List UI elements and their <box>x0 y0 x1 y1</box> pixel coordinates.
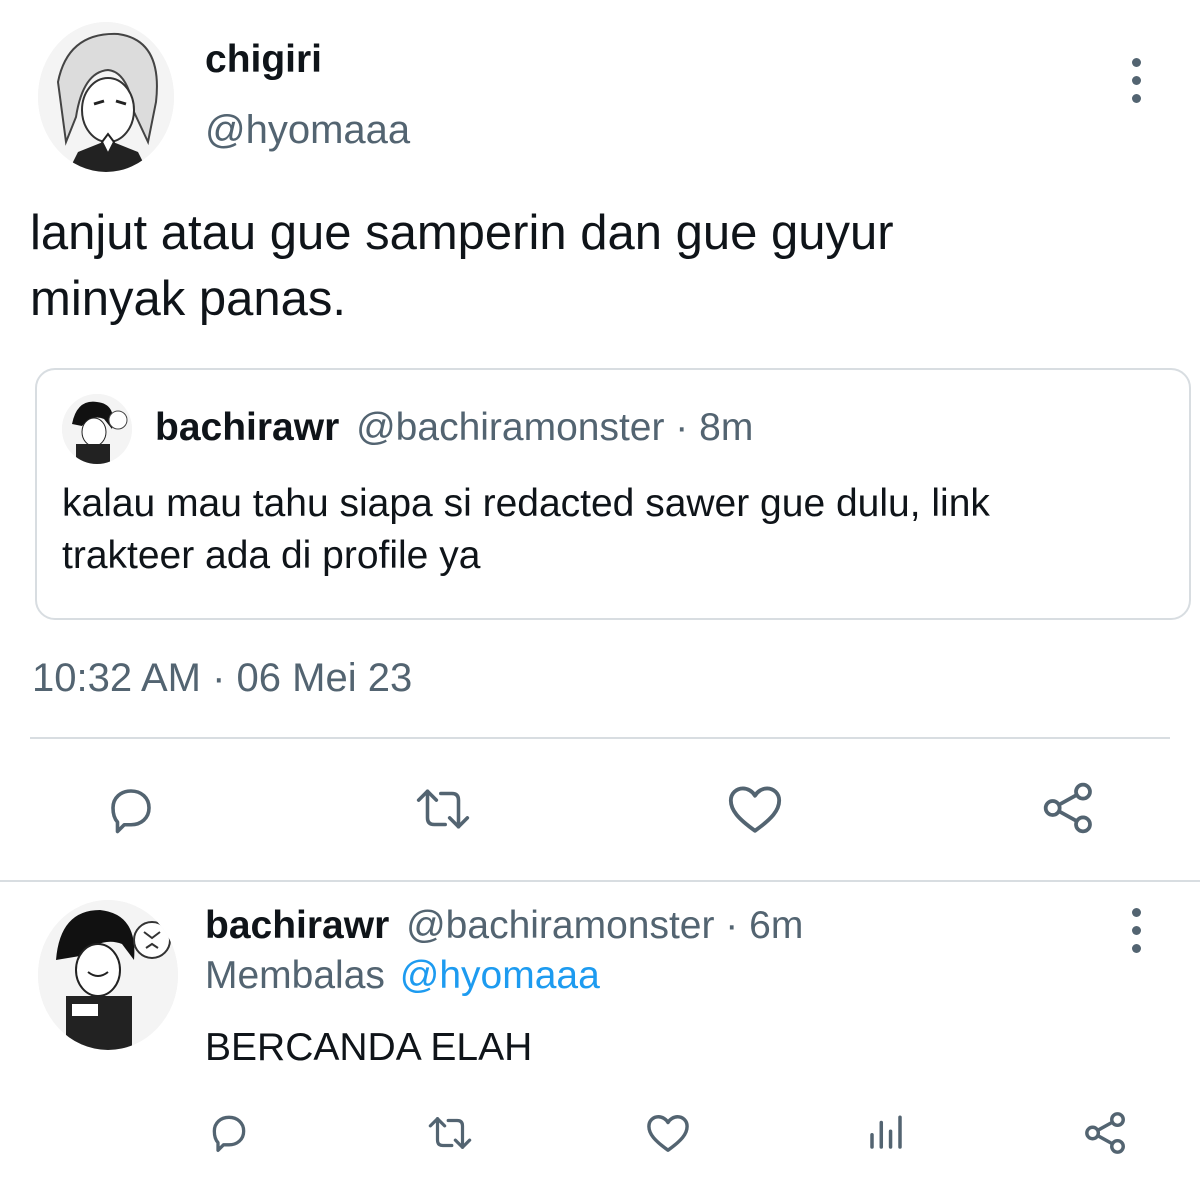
reply-avatar-illustration <box>38 900 178 1050</box>
replying-to: Membalas @hyomaaa <box>205 954 600 998</box>
divider-reply <box>0 880 1200 882</box>
reply-icon[interactable] <box>104 782 158 836</box>
quoted-text-line2: trakteer ada di profile ya <box>62 534 481 577</box>
replying-prefix: Membalas <box>205 954 385 997</box>
views-icon[interactable] <box>865 1112 907 1154</box>
reply-handle-time[interactable]: @bachiramonster · 6m <box>406 904 803 947</box>
reply-like-icon[interactable] <box>645 1112 691 1154</box>
reply-text: BERCANDA ELAH <box>205 1026 533 1069</box>
main-avatar[interactable] <box>38 22 174 172</box>
reply-reply-icon[interactable] <box>207 1110 251 1154</box>
divider-timestamp <box>30 737 1170 739</box>
retweet-icon[interactable] <box>412 782 474 836</box>
like-icon[interactable] <box>726 782 784 836</box>
reply-display-name[interactable]: bachirawr <box>205 904 389 947</box>
quoted-handle-time[interactable]: @bachiramonster · 8m <box>356 406 753 449</box>
share-icon[interactable] <box>1040 780 1098 836</box>
reply-avatar[interactable] <box>38 900 178 1050</box>
reply-share-icon[interactable] <box>1083 1110 1129 1156</box>
avatar-illustration <box>38 22 174 172</box>
reply-retweet-icon[interactable] <box>425 1111 475 1155</box>
quoted-avatar-illustration <box>62 394 132 464</box>
quoted-avatar[interactable] <box>62 394 132 464</box>
main-timestamp[interactable]: 10:32 AM · 06 Mei 23 <box>32 656 412 701</box>
reply-more-options-icon[interactable] <box>1132 908 1141 962</box>
quoted-header: bachirawr @bachiramonster · 8m <box>155 406 753 450</box>
quoted-display-name[interactable]: bachirawr <box>155 406 339 449</box>
main-tweet-text-line1: lanjut atau gue samperin dan gue guyur <box>30 206 894 260</box>
main-display-name[interactable]: chigiri <box>205 38 322 82</box>
reply-header: bachirawr @bachiramonster · 6m <box>205 904 803 948</box>
quoted-text-line1: kalau mau tahu siapa si redacted sawer g… <box>62 482 990 525</box>
main-tweet-text: lanjut atau gue samperin dan gue guyur m… <box>30 200 894 332</box>
quoted-text: kalau mau tahu siapa si redacted sawer g… <box>62 478 990 582</box>
replying-to-handle[interactable]: @hyomaaa <box>400 954 600 997</box>
more-options-icon[interactable] <box>1132 58 1141 112</box>
main-tweet-text-line2: minyak panas. <box>30 272 346 326</box>
main-handle[interactable]: @hyomaaa <box>205 108 410 153</box>
